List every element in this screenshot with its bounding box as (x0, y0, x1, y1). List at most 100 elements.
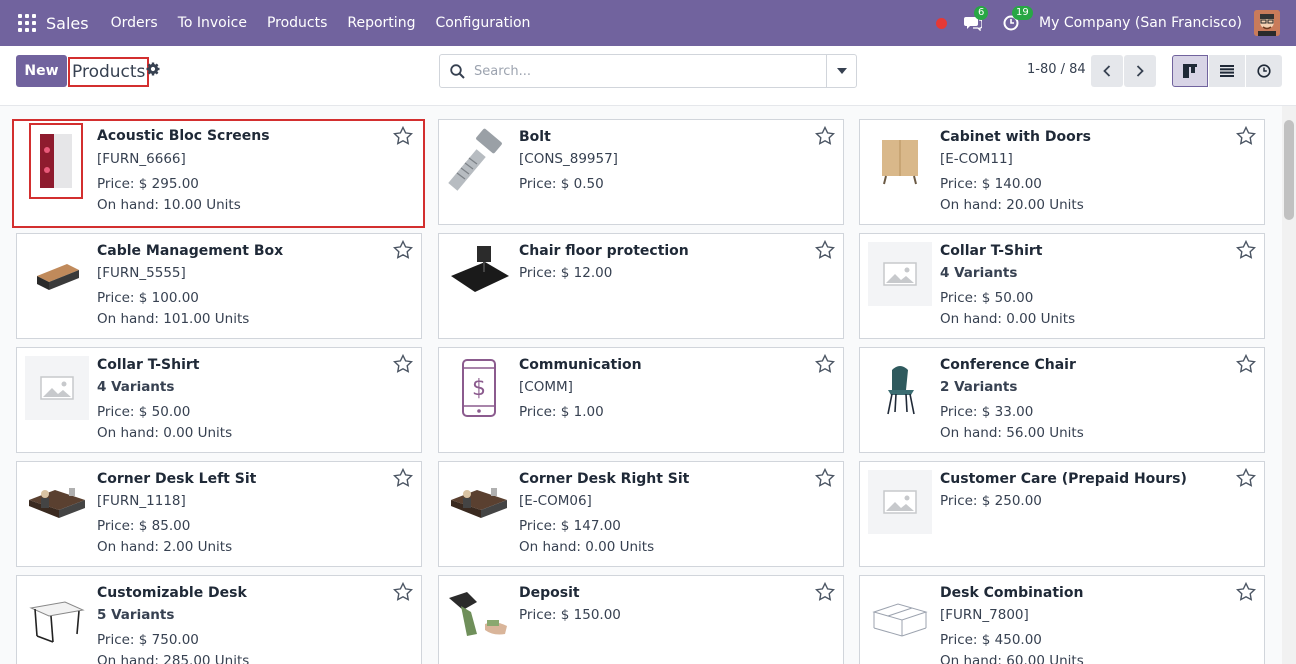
product-reference: [FURN_7800] (940, 607, 1029, 623)
product-variants: 2 Variants (940, 379, 1018, 395)
favorite-star-icon[interactable] (815, 582, 835, 602)
pager-value[interactable]: 1-80 / 84 (1027, 62, 1086, 77)
product-card[interactable]: Cabinet with Doors [E-COM11] Price: $ 14… (859, 119, 1265, 225)
product-reference: [COMM] (519, 379, 573, 395)
product-price: Price: $ 85.00 (97, 518, 191, 534)
product-onhand: On hand: 285.00 Units (97, 653, 250, 664)
product-price: Price: $ 150.00 (519, 607, 621, 623)
product-variants: 4 Variants (97, 379, 175, 395)
product-name: Desk Combination (940, 585, 1084, 601)
product-image-placeholder (868, 470, 932, 534)
product-image-chair (868, 356, 932, 420)
product-name: Conference Chair (940, 357, 1076, 373)
product-name: Corner Desk Right Sit (519, 471, 690, 487)
product-card[interactable]: Chair floor protection Price: $ 12.00 (438, 233, 844, 339)
menu-to-invoice[interactable]: To Invoice (178, 15, 247, 31)
product-onhand: On hand: 0.00 Units (940, 311, 1076, 327)
gear-icon[interactable] (146, 62, 160, 76)
favorite-star-icon[interactable] (815, 354, 835, 374)
activities-clock-icon[interactable]: 19 (1001, 6, 1033, 33)
product-image-money (447, 584, 511, 648)
product-name: Collar T-Shirt (940, 243, 1043, 259)
menu-reporting[interactable]: Reporting (347, 15, 415, 31)
search-icon (450, 64, 465, 79)
product-name: Acoustic Bloc Screens (97, 128, 270, 144)
product-price: Price: $ 147.00 (519, 518, 621, 534)
product-price: Price: $ 100.00 (97, 290, 199, 306)
product-price: Price: $ 1.00 (519, 404, 604, 420)
product-image-pc-case (29, 123, 83, 199)
menu-configuration[interactable]: Configuration (435, 15, 530, 31)
product-name: Customizable Desk (97, 585, 247, 601)
menu-products[interactable]: Products (267, 15, 327, 31)
favorite-star-icon[interactable] (393, 126, 413, 146)
product-onhand: On hand: 101.00 Units (97, 311, 250, 327)
product-card[interactable]: Customizable Desk 5 Variants Price: $ 75… (16, 575, 422, 664)
product-image-phone-dollar: $ (447, 356, 511, 420)
product-card[interactable]: Desk Combination [FURN_7800] Price: $ 45… (859, 575, 1265, 664)
product-card[interactable]: Collar T-Shirt 4 Variants Price: $ 50.00… (16, 347, 422, 453)
favorite-star-icon[interactable] (1236, 240, 1256, 260)
favorite-star-icon[interactable] (815, 240, 835, 260)
product-name: Communication (519, 357, 642, 373)
product-price: Price: $ 12.00 (519, 265, 613, 281)
caret-down-icon (836, 68, 847, 74)
favorite-star-icon[interactable] (393, 354, 413, 374)
product-image-cabinet (868, 128, 932, 192)
favorite-star-icon[interactable] (815, 126, 835, 146)
product-image-cable-box (25, 242, 89, 306)
product-price: Price: $ 750.00 (97, 632, 199, 648)
product-card[interactable]: Deposit Price: $ 150.00 (438, 575, 844, 664)
product-image-table (25, 584, 89, 648)
new-button[interactable]: New (16, 55, 67, 87)
product-price: Price: $ 140.00 (940, 176, 1042, 192)
favorite-star-icon[interactable] (393, 240, 413, 260)
product-price: Price: $ 450.00 (940, 632, 1042, 648)
product-card[interactable]: Collar T-Shirt 4 Variants Price: $ 50.00… (859, 233, 1265, 339)
favorite-star-icon[interactable] (815, 468, 835, 488)
kanban-view-button[interactable] (1172, 55, 1208, 87)
pager-next-button[interactable] (1124, 55, 1156, 87)
product-name: Collar T-Shirt (97, 357, 200, 373)
favorite-star-icon[interactable] (1236, 126, 1256, 146)
product-card[interactable]: $ Communication [COMM] Price: $ 1.00 (438, 347, 844, 453)
app-name[interactable]: Sales (46, 14, 89, 33)
favorite-star-icon[interactable] (393, 468, 413, 488)
company-switcher[interactable]: My Company (San Francisco) (1039, 15, 1242, 31)
vertical-scrollbar[interactable] (1282, 106, 1296, 664)
product-card[interactable]: Acoustic Bloc Screens [FURN_6666] Price:… (12, 119, 425, 228)
favorite-star-icon[interactable] (1236, 468, 1256, 488)
product-card[interactable]: Corner Desk Left Sit [FURN_1118] Price: … (16, 461, 422, 567)
product-reference: [CONS_89957] (519, 151, 618, 167)
product-onhand: On hand: 56.00 Units (940, 425, 1084, 441)
product-price: Price: $ 295.00 (97, 176, 199, 192)
apps-grid-icon[interactable] (18, 14, 36, 32)
search-input[interactable] (474, 55, 824, 87)
product-name: Corner Desk Left Sit (97, 471, 257, 487)
product-price: Price: $ 33.00 (940, 404, 1034, 420)
status-dot-icon[interactable] (936, 17, 948, 29)
product-reference: [E-COM11] (940, 151, 1013, 167)
activity-view-button[interactable] (1246, 55, 1282, 87)
product-card[interactable]: Conference Chair 2 Variants Price: $ 33.… (859, 347, 1265, 453)
search-options-toggle[interactable] (826, 55, 856, 87)
messages-icon[interactable]: 6 (963, 6, 989, 33)
product-card[interactable]: Bolt [CONS_89957] Price: $ 0.50 (438, 119, 844, 225)
product-card[interactable]: Cable Management Box [FURN_5555] Price: … (16, 233, 422, 339)
product-image-placeholder (868, 242, 932, 306)
list-view-button[interactable] (1209, 55, 1245, 87)
product-onhand: On hand: 0.00 Units (519, 539, 655, 555)
favorite-star-icon[interactable] (1236, 354, 1256, 374)
product-card[interactable]: Customer Care (Prepaid Hours) Price: $ 2… (859, 461, 1265, 567)
favorite-star-icon[interactable] (1236, 582, 1256, 602)
product-card[interactable]: Corner Desk Right Sit [E-COM06] Price: $… (438, 461, 844, 567)
product-name: Cabinet with Doors (940, 129, 1091, 145)
user-avatar[interactable] (1254, 10, 1280, 36)
scrollbar-thumb[interactable] (1284, 120, 1294, 220)
menu-orders[interactable]: Orders (111, 15, 158, 31)
favorite-star-icon[interactable] (393, 582, 413, 602)
product-variants: 4 Variants (940, 265, 1018, 281)
product-image-desk-combo (868, 584, 932, 648)
pager-previous-button[interactable] (1091, 55, 1123, 87)
product-image-bolt (447, 128, 511, 192)
